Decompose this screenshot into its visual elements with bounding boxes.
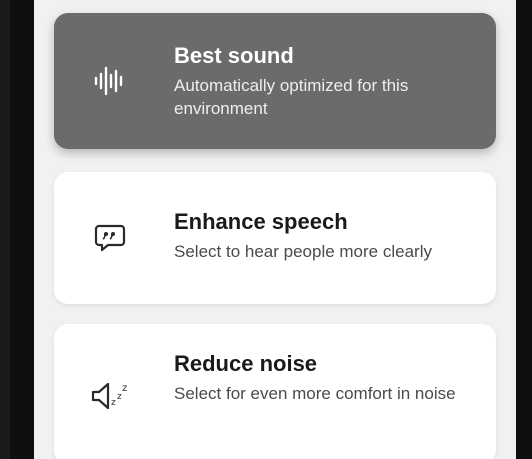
- option-subtitle: Select to hear people more clearly: [174, 242, 432, 261]
- option-text: Reduce noise Select for even more comfor…: [174, 350, 476, 405]
- option-best-sound[interactable]: Best sound Automatically optimized for t…: [54, 13, 496, 149]
- speaker-quiet-svg: z z z: [91, 382, 127, 410]
- option-title: Reduce noise: [174, 351, 318, 376]
- option-title: Enhance speech: [174, 209, 348, 234]
- option-text: Best sound Automatically optimized for t…: [174, 42, 476, 120]
- device-frame: Best sound Automatically optimized for t…: [0, 0, 532, 459]
- option-reduce-noise[interactable]: z z z Reduce noise Select for even more …: [54, 324, 496, 459]
- sound-mode-screen: Best sound Automatically optimized for t…: [34, 0, 516, 459]
- speaker-quiet-icon: z z z: [88, 374, 132, 418]
- option-enhance-speech[interactable]: Enhance speech Select to hear people mor…: [54, 172, 496, 304]
- device-bezel-right: [516, 0, 532, 459]
- svg-text:z: z: [122, 383, 127, 394]
- sound-wave-svg: [94, 66, 123, 96]
- option-title: Best sound: [174, 43, 294, 68]
- option-text: Enhance speech Select to hear people mor…: [174, 208, 476, 263]
- option-subtitle: Select for even more comfort in noise: [174, 384, 456, 403]
- svg-text:z: z: [111, 398, 116, 408]
- sound-wave-icon: [88, 59, 132, 103]
- speech-bubble-svg: [94, 224, 126, 252]
- speech-bubble-icon: [88, 216, 132, 260]
- device-bezel-left: [10, 0, 34, 459]
- option-subtitle: Automatically optimized for this environ…: [174, 76, 409, 118]
